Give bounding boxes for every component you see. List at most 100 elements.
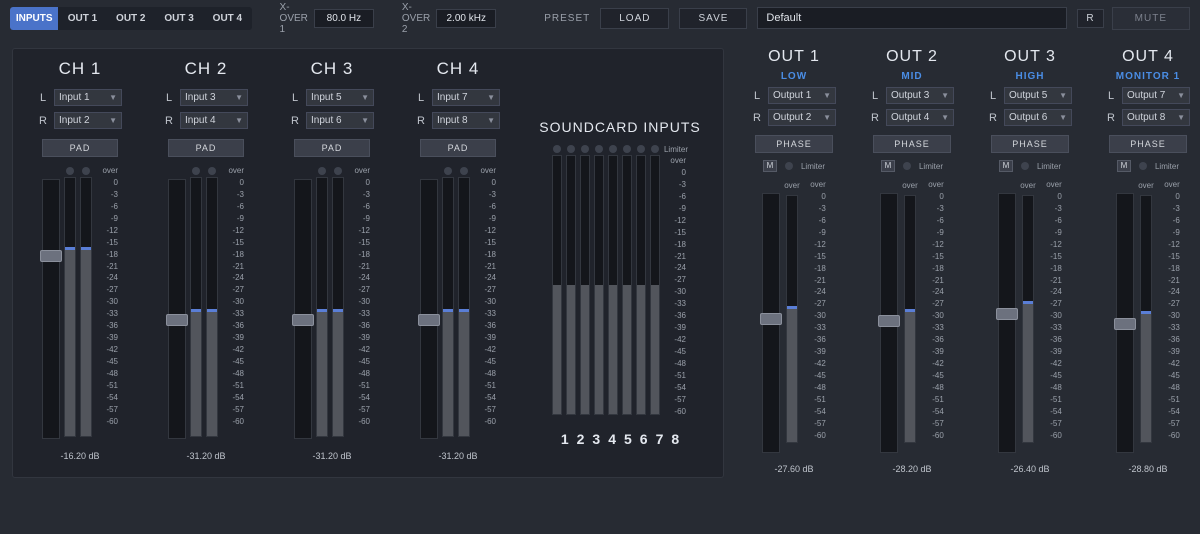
pad-button[interactable]: PAD — [42, 139, 118, 157]
tick-label: -60 — [1040, 432, 1062, 441]
db-readout: -31.20 dB — [438, 451, 477, 461]
output-l-select[interactable]: Output 3▼ — [886, 87, 954, 104]
preset-reset-button[interactable]: R — [1077, 9, 1103, 28]
input-l-select[interactable]: Input 1▼ — [54, 89, 122, 106]
tick-label: over — [96, 167, 118, 176]
tick-label: -30 — [804, 312, 826, 321]
output-fader[interactable] — [880, 193, 898, 453]
input-r-select[interactable]: Input 4▼ — [180, 112, 248, 129]
input-r-select[interactable]: Input 6▼ — [306, 112, 374, 129]
fader-handle[interactable] — [166, 314, 188, 326]
tick-label: 0 — [348, 179, 370, 188]
tick-label: -30 — [1040, 312, 1062, 321]
outputs-panel: OUT 1 LOW LOutput 1▼ ROutput 2▼ PHASE M … — [740, 48, 1200, 478]
channel-fader[interactable] — [420, 179, 438, 439]
tick-label: -30 — [474, 298, 496, 307]
tick-label: -30 — [348, 298, 370, 307]
output-fader[interactable] — [762, 193, 780, 453]
pad-button[interactable]: PAD — [420, 139, 496, 157]
tick-label: -39 — [804, 348, 826, 357]
input-l-select[interactable]: Input 7▼ — [432, 89, 500, 106]
tick-label: -3 — [804, 205, 826, 214]
fader-handle[interactable] — [418, 314, 440, 326]
input-r-select[interactable]: Input 2▼ — [54, 112, 122, 129]
tick-label: -9 — [222, 215, 244, 224]
channel-fader[interactable] — [294, 179, 312, 439]
input-l-select[interactable]: Input 5▼ — [306, 89, 374, 106]
meter-block: over0-3-6-9-12-15-18-21-24-27-30-33-36-3… — [420, 167, 496, 439]
preset-name-input[interactable] — [757, 7, 1067, 29]
tab-out-1[interactable]: OUT 1 — [58, 7, 106, 30]
tick-label: -42 — [1158, 360, 1180, 369]
load-button[interactable]: LOAD — [600, 8, 669, 29]
tab-out-4[interactable]: OUT 4 — [203, 7, 251, 30]
output-meter-block: over over0-3-6-9-12-15-18-21-24-27-30-33… — [880, 181, 944, 453]
fader-handle[interactable] — [878, 315, 900, 327]
phase-button[interactable]: PHASE — [1109, 135, 1187, 153]
fader-handle[interactable] — [40, 250, 62, 262]
mute-channel-button[interactable]: M — [881, 160, 895, 172]
sc-num: 3 — [592, 431, 600, 447]
sc-clip-3 — [581, 145, 589, 153]
fader-handle[interactable] — [292, 314, 314, 326]
sc-meter-7 — [636, 155, 646, 415]
tick-label: -48 — [1158, 384, 1180, 393]
tick-label: -15 — [664, 229, 686, 238]
mute-channel-button[interactable]: M — [1117, 160, 1131, 172]
output-l-select[interactable]: Output 1▼ — [768, 87, 836, 104]
meter-l — [190, 177, 202, 437]
mute-button[interactable]: MUTE — [1112, 7, 1190, 30]
sc-clip-2 — [567, 145, 575, 153]
pad-button[interactable]: PAD — [294, 139, 370, 157]
sc-clip-6 — [623, 145, 631, 153]
tick-label: -36 — [474, 322, 496, 331]
fader-handle[interactable] — [760, 313, 782, 325]
channel-fader[interactable] — [42, 179, 60, 439]
fader-handle[interactable] — [1114, 318, 1136, 330]
tick-label: -57 — [922, 420, 944, 429]
output-l-select[interactable]: Output 7▼ — [1122, 87, 1190, 104]
phase-button[interactable]: PHASE — [873, 135, 951, 153]
tab-inputs[interactable]: INPUTS — [10, 7, 58, 30]
output-r-select[interactable]: Output 6▼ — [1004, 109, 1072, 126]
output-4: OUT 4 MONITOR 1 LOutput 7▼ ROutput 8▼ PH… — [1094, 48, 1200, 474]
tab-out-2[interactable]: OUT 2 — [107, 7, 155, 30]
xover-1-input[interactable] — [314, 9, 374, 28]
tick-label: -33 — [1040, 324, 1062, 333]
tick-label: -21 — [96, 263, 118, 272]
phase-button[interactable]: PHASE — [991, 135, 1069, 153]
xover-2-input[interactable] — [436, 9, 496, 28]
tick-label: -57 — [222, 406, 244, 415]
clip-indicator-r — [82, 167, 90, 175]
tab-out-3[interactable]: OUT 3 — [155, 7, 203, 30]
input-r-select[interactable]: Input 8▼ — [432, 112, 500, 129]
tick-label: -42 — [804, 360, 826, 369]
limiter-label: Limiter — [1155, 162, 1179, 171]
tick-label: -12 — [96, 227, 118, 236]
channel-title: CH 2 — [185, 59, 228, 79]
limiter-label: Limiter — [801, 162, 825, 171]
output-fader[interactable] — [1116, 193, 1134, 453]
tick-label: -57 — [664, 396, 686, 405]
fader-handle[interactable] — [996, 308, 1018, 320]
output-fader[interactable] — [998, 193, 1016, 453]
l-label: L — [988, 90, 998, 102]
preset-area: PRESET LOAD SAVE R — [544, 7, 1103, 29]
tick-label: -27 — [1040, 300, 1062, 309]
meter-l — [64, 177, 76, 437]
save-button[interactable]: SAVE — [679, 8, 747, 29]
output-r-select[interactable]: Output 8▼ — [1122, 109, 1190, 126]
tick-label: -36 — [348, 322, 370, 331]
mute-channel-button[interactable]: M — [763, 160, 777, 172]
input-l-select[interactable]: Input 3▼ — [180, 89, 248, 106]
channel-fader[interactable] — [168, 179, 186, 439]
mute-channel-button[interactable]: M — [999, 160, 1013, 172]
output-l-select[interactable]: Output 5▼ — [1004, 87, 1072, 104]
pad-button[interactable]: PAD — [168, 139, 244, 157]
tick-label: -33 — [348, 310, 370, 319]
phase-button[interactable]: PHASE — [755, 135, 833, 153]
output-r-select[interactable]: Output 4▼ — [886, 109, 954, 126]
sc-clip-4 — [595, 145, 603, 153]
meter-block: over0-3-6-9-12-15-18-21-24-27-30-33-36-3… — [294, 167, 370, 439]
output-r-select[interactable]: Output 2▼ — [768, 109, 836, 126]
